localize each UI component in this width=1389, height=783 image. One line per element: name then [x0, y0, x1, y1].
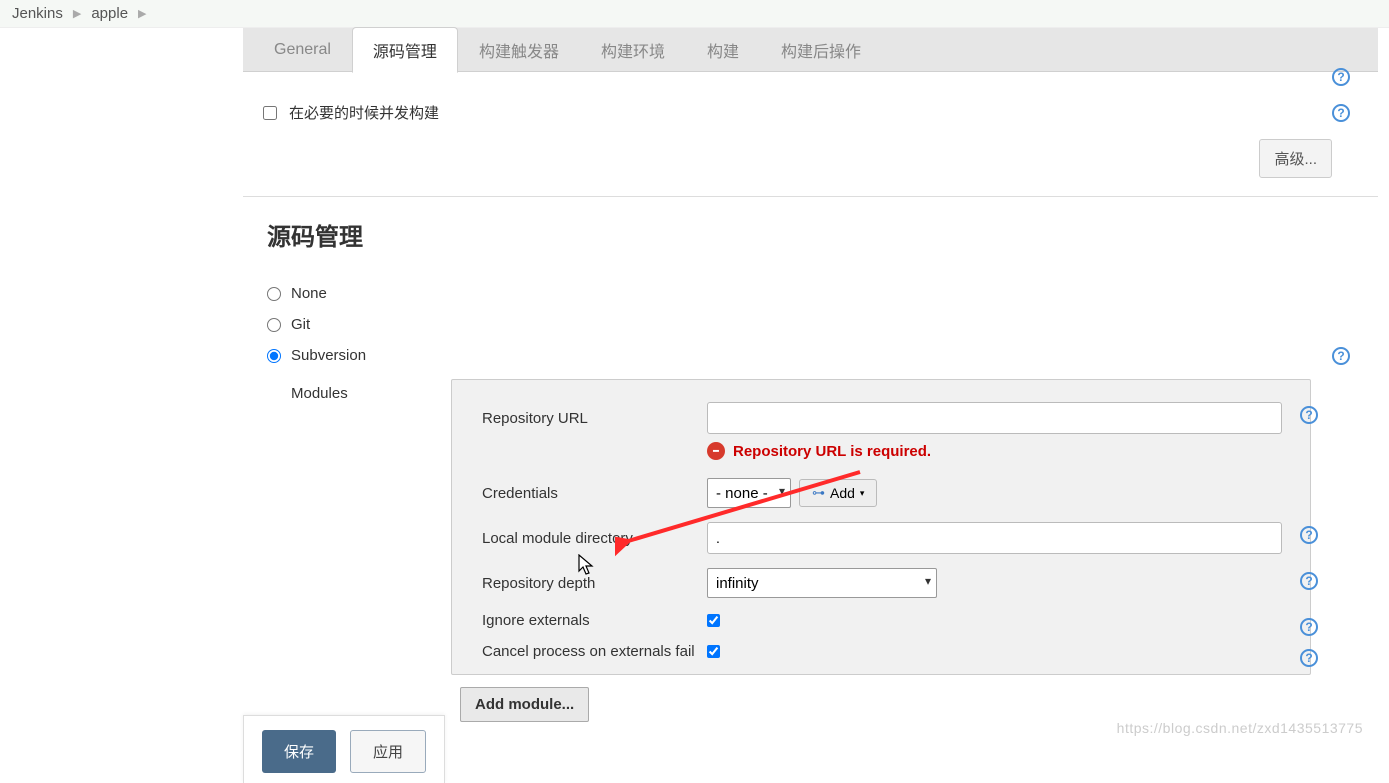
scm-svn-label: Subversion [291, 347, 366, 364]
scm-none-label: None [291, 285, 327, 302]
scm-title: 源码管理 [267, 217, 1354, 252]
help-icon[interactable]: ? [1332, 347, 1350, 365]
apply-button[interactable]: 应用 [350, 730, 426, 773]
breadcrumb-project[interactable]: apple [91, 5, 128, 22]
help-icon[interactable]: ? [1300, 526, 1318, 544]
help-icon[interactable]: ? [1300, 572, 1318, 590]
scm-radio-svn[interactable] [267, 349, 281, 363]
modules-panel: Repository URL ? Repository URL is requi… [451, 379, 1311, 675]
repo-url-label: Repository URL [482, 410, 707, 427]
ignore-ext-checkbox[interactable] [707, 614, 720, 627]
help-icon[interactable]: ? [1300, 649, 1318, 667]
repo-url-input[interactable] [707, 402, 1282, 434]
add-module-button[interactable]: Add module... [460, 687, 589, 722]
concurrent-build-checkbox[interactable] [263, 106, 277, 120]
modules-label: Modules [291, 379, 461, 402]
credentials-label: Credentials [482, 485, 707, 502]
scm-radio-git[interactable] [267, 318, 281, 332]
error-icon [707, 442, 725, 460]
tab-build[interactable]: 构建 [686, 27, 760, 73]
concurrent-build-label: 在必要的时候并发构建 [289, 102, 439, 123]
tab-env[interactable]: 构建环境 [580, 27, 686, 73]
cancel-ext-label: Cancel process on externals fail [482, 643, 707, 660]
credentials-select[interactable]: - none - [707, 478, 791, 508]
ignore-ext-label: Ignore externals [482, 612, 707, 629]
config-tabs: General 源码管理 构建触发器 构建环境 构建 构建后操作 [243, 28, 1378, 72]
tab-triggers[interactable]: 构建触发器 [458, 27, 580, 73]
local-dir-label: Local module directory [482, 530, 707, 547]
add-credentials-button[interactable]: ⊶ Add ▾ [799, 479, 877, 507]
footer-bar: 保存 应用 [243, 715, 445, 783]
scm-radio-none[interactable] [267, 287, 281, 301]
help-icon[interactable]: ? [1332, 104, 1350, 122]
breadcrumb-sep-icon: ▶ [138, 7, 146, 20]
depth-select[interactable]: infinity [707, 568, 937, 598]
save-button[interactable]: 保存 [262, 730, 336, 773]
help-icon[interactable]: ? [1300, 618, 1318, 636]
modules-row: Modules Repository URL ? Repository URL … [267, 379, 1354, 722]
breadcrumb-sep-icon: ▶ [73, 7, 81, 20]
breadcrumb: Jenkins ▶ apple ▶ [0, 0, 1389, 28]
tab-scm[interactable]: 源码管理 [352, 27, 458, 73]
breadcrumb-root[interactable]: Jenkins [12, 5, 63, 22]
depth-label: Repository depth [482, 575, 707, 592]
add-btn-label: Add [830, 485, 855, 501]
cancel-ext-checkbox[interactable] [707, 645, 720, 658]
chevron-down-icon: ▾ [860, 488, 865, 499]
help-icon[interactable]: ? [1300, 406, 1318, 424]
key-icon: ⊶ [812, 485, 825, 501]
tab-post[interactable]: 构建后操作 [760, 27, 882, 73]
advanced-button[interactable]: 高级... [1259, 139, 1332, 178]
general-options-tail: ? 在必要的时候并发构建 ? 高级... [243, 72, 1378, 197]
local-dir-input[interactable] [707, 522, 1282, 554]
content: General 源码管理 构建触发器 构建环境 构建 构建后操作 ? 在必要的时… [243, 28, 1378, 742]
repo-url-error: Repository URL is required. [733, 443, 931, 460]
help-icon[interactable]: ? [1332, 68, 1350, 86]
tab-general[interactable]: General [253, 30, 352, 70]
scm-section: 源码管理 None Git Subversion ? Modules Repos… [243, 197, 1378, 742]
scm-git-label: Git [291, 316, 310, 333]
